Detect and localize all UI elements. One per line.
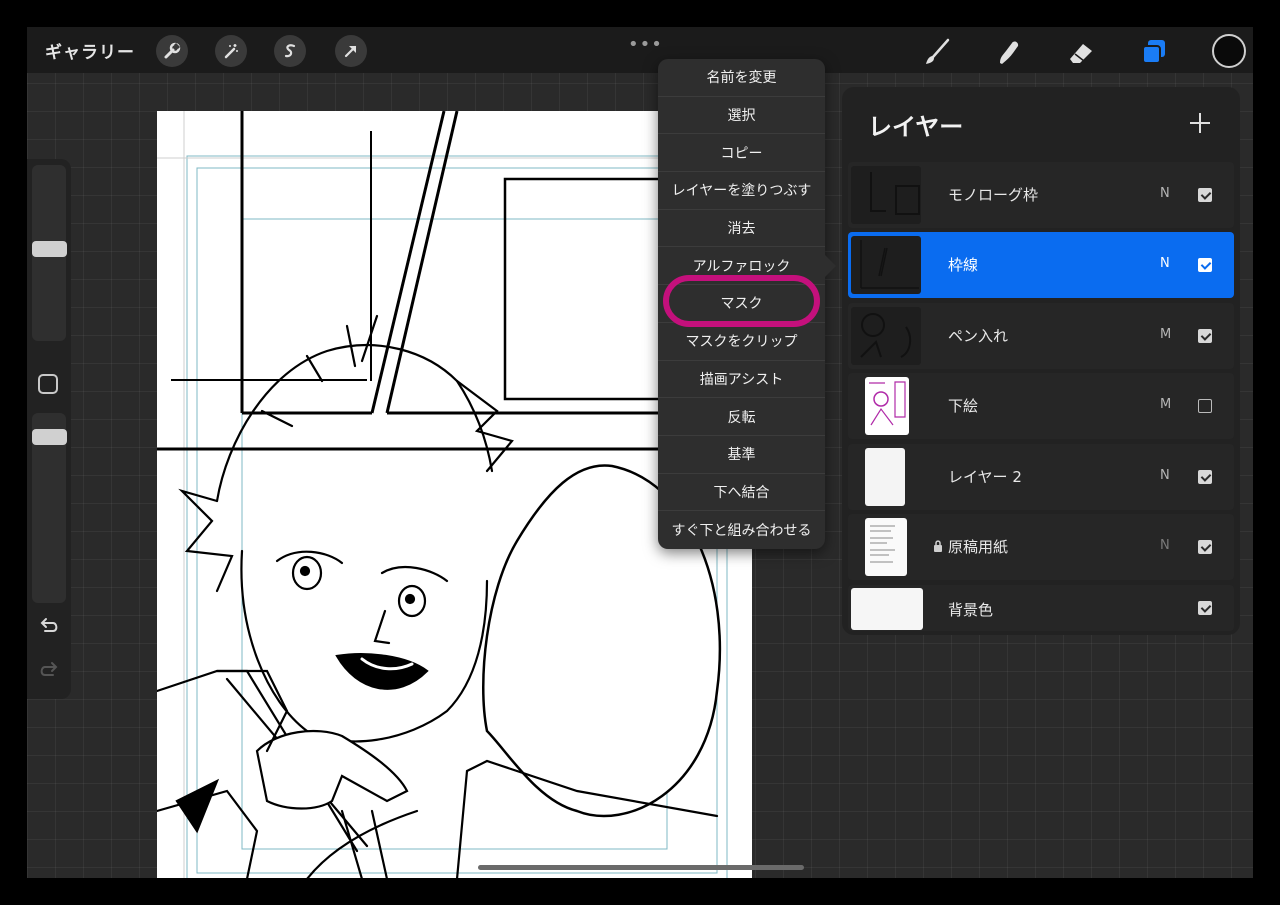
menu-item-fill-layer[interactable]: レイヤーを塗りつぶす [658, 172, 825, 210]
layer-row-monologue-frame[interactable]: モノローグ枠 N [848, 162, 1234, 228]
menu-item-alpha-lock[interactable]: アルファロック [658, 247, 825, 286]
menu-pointer-arrow [825, 255, 836, 277]
layers-icon [1142, 40, 1165, 64]
layer-thumbnail [865, 448, 905, 506]
menu-item-clear[interactable]: 消去 [658, 210, 825, 248]
layer-row-frame-lines[interactable]: 枠線 N [848, 232, 1234, 298]
layer-name: ペン入れ [948, 327, 1009, 345]
blend-mode-button[interactable]: N [1160, 186, 1170, 201]
visibility-checkbox[interactable] [1198, 399, 1212, 413]
opacity-handle[interactable] [32, 429, 67, 445]
eraser-tool-button[interactable] [1064, 35, 1098, 69]
undo-icon[interactable] [37, 617, 61, 639]
layer-options-menu: 名前を変更 選択 コピー レイヤーを塗りつぶす 消去 アルファロック マスク マ… [658, 59, 825, 549]
wrench-icon [164, 42, 181, 59]
layer-row-sketch[interactable]: 下絵 M [848, 373, 1234, 439]
menu-item-select[interactable]: 選択 [658, 97, 825, 135]
redo-icon[interactable] [37, 661, 61, 683]
visibility-checkbox[interactable] [1198, 258, 1212, 272]
color-picker-button[interactable] [1212, 34, 1246, 68]
layers-panel: レイヤー モノローグ枠 N 枠線 N ペン入れ M 下絵 M レイヤー 2 N … [842, 87, 1240, 635]
layer-thumbnail [865, 518, 907, 576]
left-sidebar [27, 159, 71, 699]
layer-thumbnail [851, 166, 921, 224]
lock-icon [934, 540, 942, 552]
eraser-icon [1070, 44, 1092, 63]
menu-item-mask[interactable]: マスク [658, 285, 825, 323]
background-color-swatch [851, 588, 923, 630]
actions-wrench-button[interactable] [156, 35, 188, 67]
top-toolbar: ギャラリー ••• [27, 27, 1253, 73]
menu-item-reference[interactable]: 基準 [658, 436, 825, 474]
layers-title: レイヤー [868, 113, 964, 141]
blend-mode-button[interactable]: N [1160, 256, 1170, 271]
layer-name: モノローグ枠 [948, 186, 1039, 204]
menu-item-invert[interactable]: 反転 [658, 398, 825, 436]
blend-mode-button[interactable]: N [1160, 468, 1170, 483]
layers-tool-button[interactable] [1137, 35, 1171, 69]
plus-icon[interactable] [1188, 111, 1212, 135]
smudge-tool-button[interactable] [992, 35, 1026, 69]
layer-row-background-color[interactable]: 背景色 [848, 585, 1234, 631]
smudge-icon [1000, 41, 1019, 64]
blend-mode-button[interactable]: M [1160, 397, 1171, 412]
visibility-checkbox[interactable] [1198, 540, 1212, 554]
layer-thumbnail [851, 307, 921, 365]
layer-name: 枠線 [948, 256, 979, 274]
visibility-checkbox[interactable] [1198, 601, 1212, 615]
layer-name: レイヤー 2 [948, 468, 1022, 486]
layer-thumbnail [851, 236, 921, 294]
layer-thumbnail [865, 377, 909, 435]
menu-item-rename[interactable]: 名前を変更 [658, 59, 825, 97]
layer-name: 原稿用紙 [948, 538, 1009, 556]
menu-item-copy[interactable]: コピー [658, 134, 825, 173]
menu-item-clipping-mask[interactable]: マスクをクリップ [658, 323, 825, 361]
visibility-checkbox[interactable] [1198, 329, 1212, 343]
more-dots-button[interactable]: ••• [628, 34, 663, 55]
selection-button[interactable] [274, 35, 306, 67]
layer-name: 下絵 [948, 397, 979, 415]
selection-s-icon [284, 44, 296, 58]
procreate-screen: ギャラリー ••• 名前を変更 選択 コピー レイヤーを塗りつぶす 消去 アルフ… [27, 27, 1253, 878]
layer-row-manuscript-paper[interactable]: 原稿用紙 N [848, 514, 1234, 580]
home-indicator [478, 865, 804, 870]
transform-arrow-icon [344, 45, 357, 58]
menu-item-drawing-assist[interactable]: 描画アシスト [658, 361, 825, 399]
gallery-button[interactable]: ギャラリー [45, 38, 135, 63]
menu-item-merge-down[interactable]: 下へ結合 [658, 474, 825, 512]
layer-row-inking[interactable]: ペン入れ M [848, 303, 1234, 369]
brush-icon [926, 38, 950, 64]
blend-mode-button[interactable]: M [1160, 327, 1171, 342]
brush-size-handle[interactable] [32, 241, 67, 257]
adjustments-button[interactable] [215, 35, 247, 67]
layer-row-layer-2[interactable]: レイヤー 2 N [848, 444, 1234, 510]
brush-tool-button[interactable] [920, 35, 954, 69]
visibility-checkbox[interactable] [1198, 470, 1212, 484]
blend-mode-button[interactable]: N [1160, 538, 1170, 553]
visibility-checkbox[interactable] [1198, 188, 1212, 202]
modify-button[interactable] [38, 374, 58, 394]
layer-name: 背景色 [948, 601, 994, 619]
magic-wand-icon [224, 44, 238, 59]
menu-item-combine-down[interactable]: すぐ下と組み合わせる [658, 511, 825, 549]
transform-button[interactable] [335, 35, 367, 67]
